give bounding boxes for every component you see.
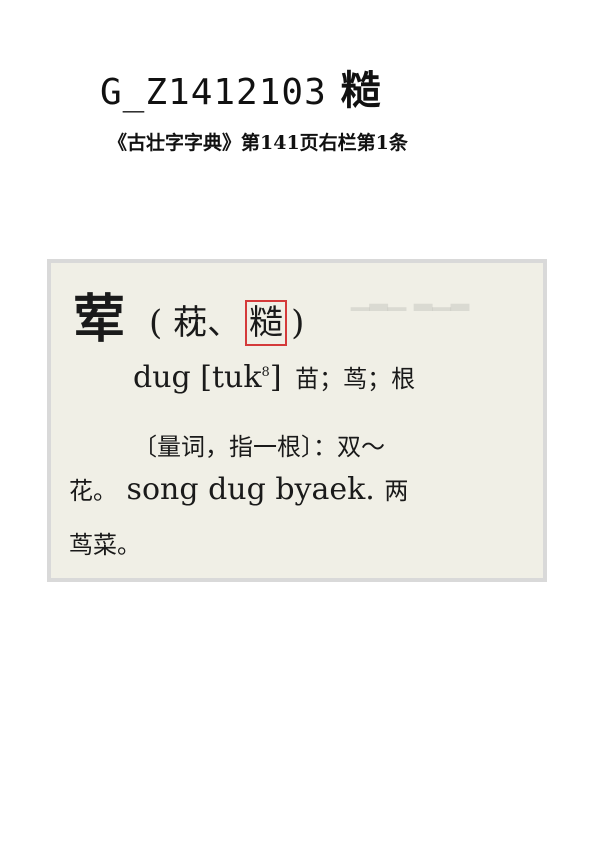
- bracket-close: ]: [269, 360, 282, 395]
- variant-open-paren: (: [149, 303, 163, 343]
- entry-variants: ( 萙、糙): [149, 295, 304, 346]
- tone-number: 8: [261, 365, 270, 380]
- example-translation-start: 两: [384, 477, 409, 505]
- pronunciation-line: dug [tuk8] 苗；茑；根: [133, 359, 415, 395]
- example-line: 花。 song dug byaek. 两: [69, 471, 408, 507]
- example-translation-end: 茑菜。: [69, 531, 141, 559]
- source-reference: 《古壮字字典》第141页右栏第1条: [108, 132, 408, 154]
- target-glyph: 糙: [340, 67, 382, 114]
- glyph-code: G_Z1412103: [100, 72, 327, 113]
- pronunciation: dug [tuk: [133, 360, 262, 395]
- variant-close-paren: ): [291, 303, 305, 343]
- dictionary-scan-image: ▁▂▁ ▂▁▂ 荤 ( 萙、糙) dug [tuk8] 苗；茑；根 〔量词，指一…: [47, 259, 547, 582]
- meaning-text: 苗；茑；根: [295, 365, 416, 393]
- example-lead: 花。: [69, 477, 117, 505]
- highlighted-variant-box: 糙: [245, 300, 288, 346]
- entry-headword: 荤: [73, 289, 126, 350]
- usage-note: 〔量词，指一根〕：双～: [133, 433, 385, 461]
- document-code-title: G_Z1412103 糙: [100, 58, 382, 116]
- example-zhuang: song dug byaek.: [126, 472, 375, 507]
- variant-form: 萙、: [173, 303, 242, 343]
- bleed-through-texture: ▁▂▁ ▂▁▂: [351, 283, 470, 311]
